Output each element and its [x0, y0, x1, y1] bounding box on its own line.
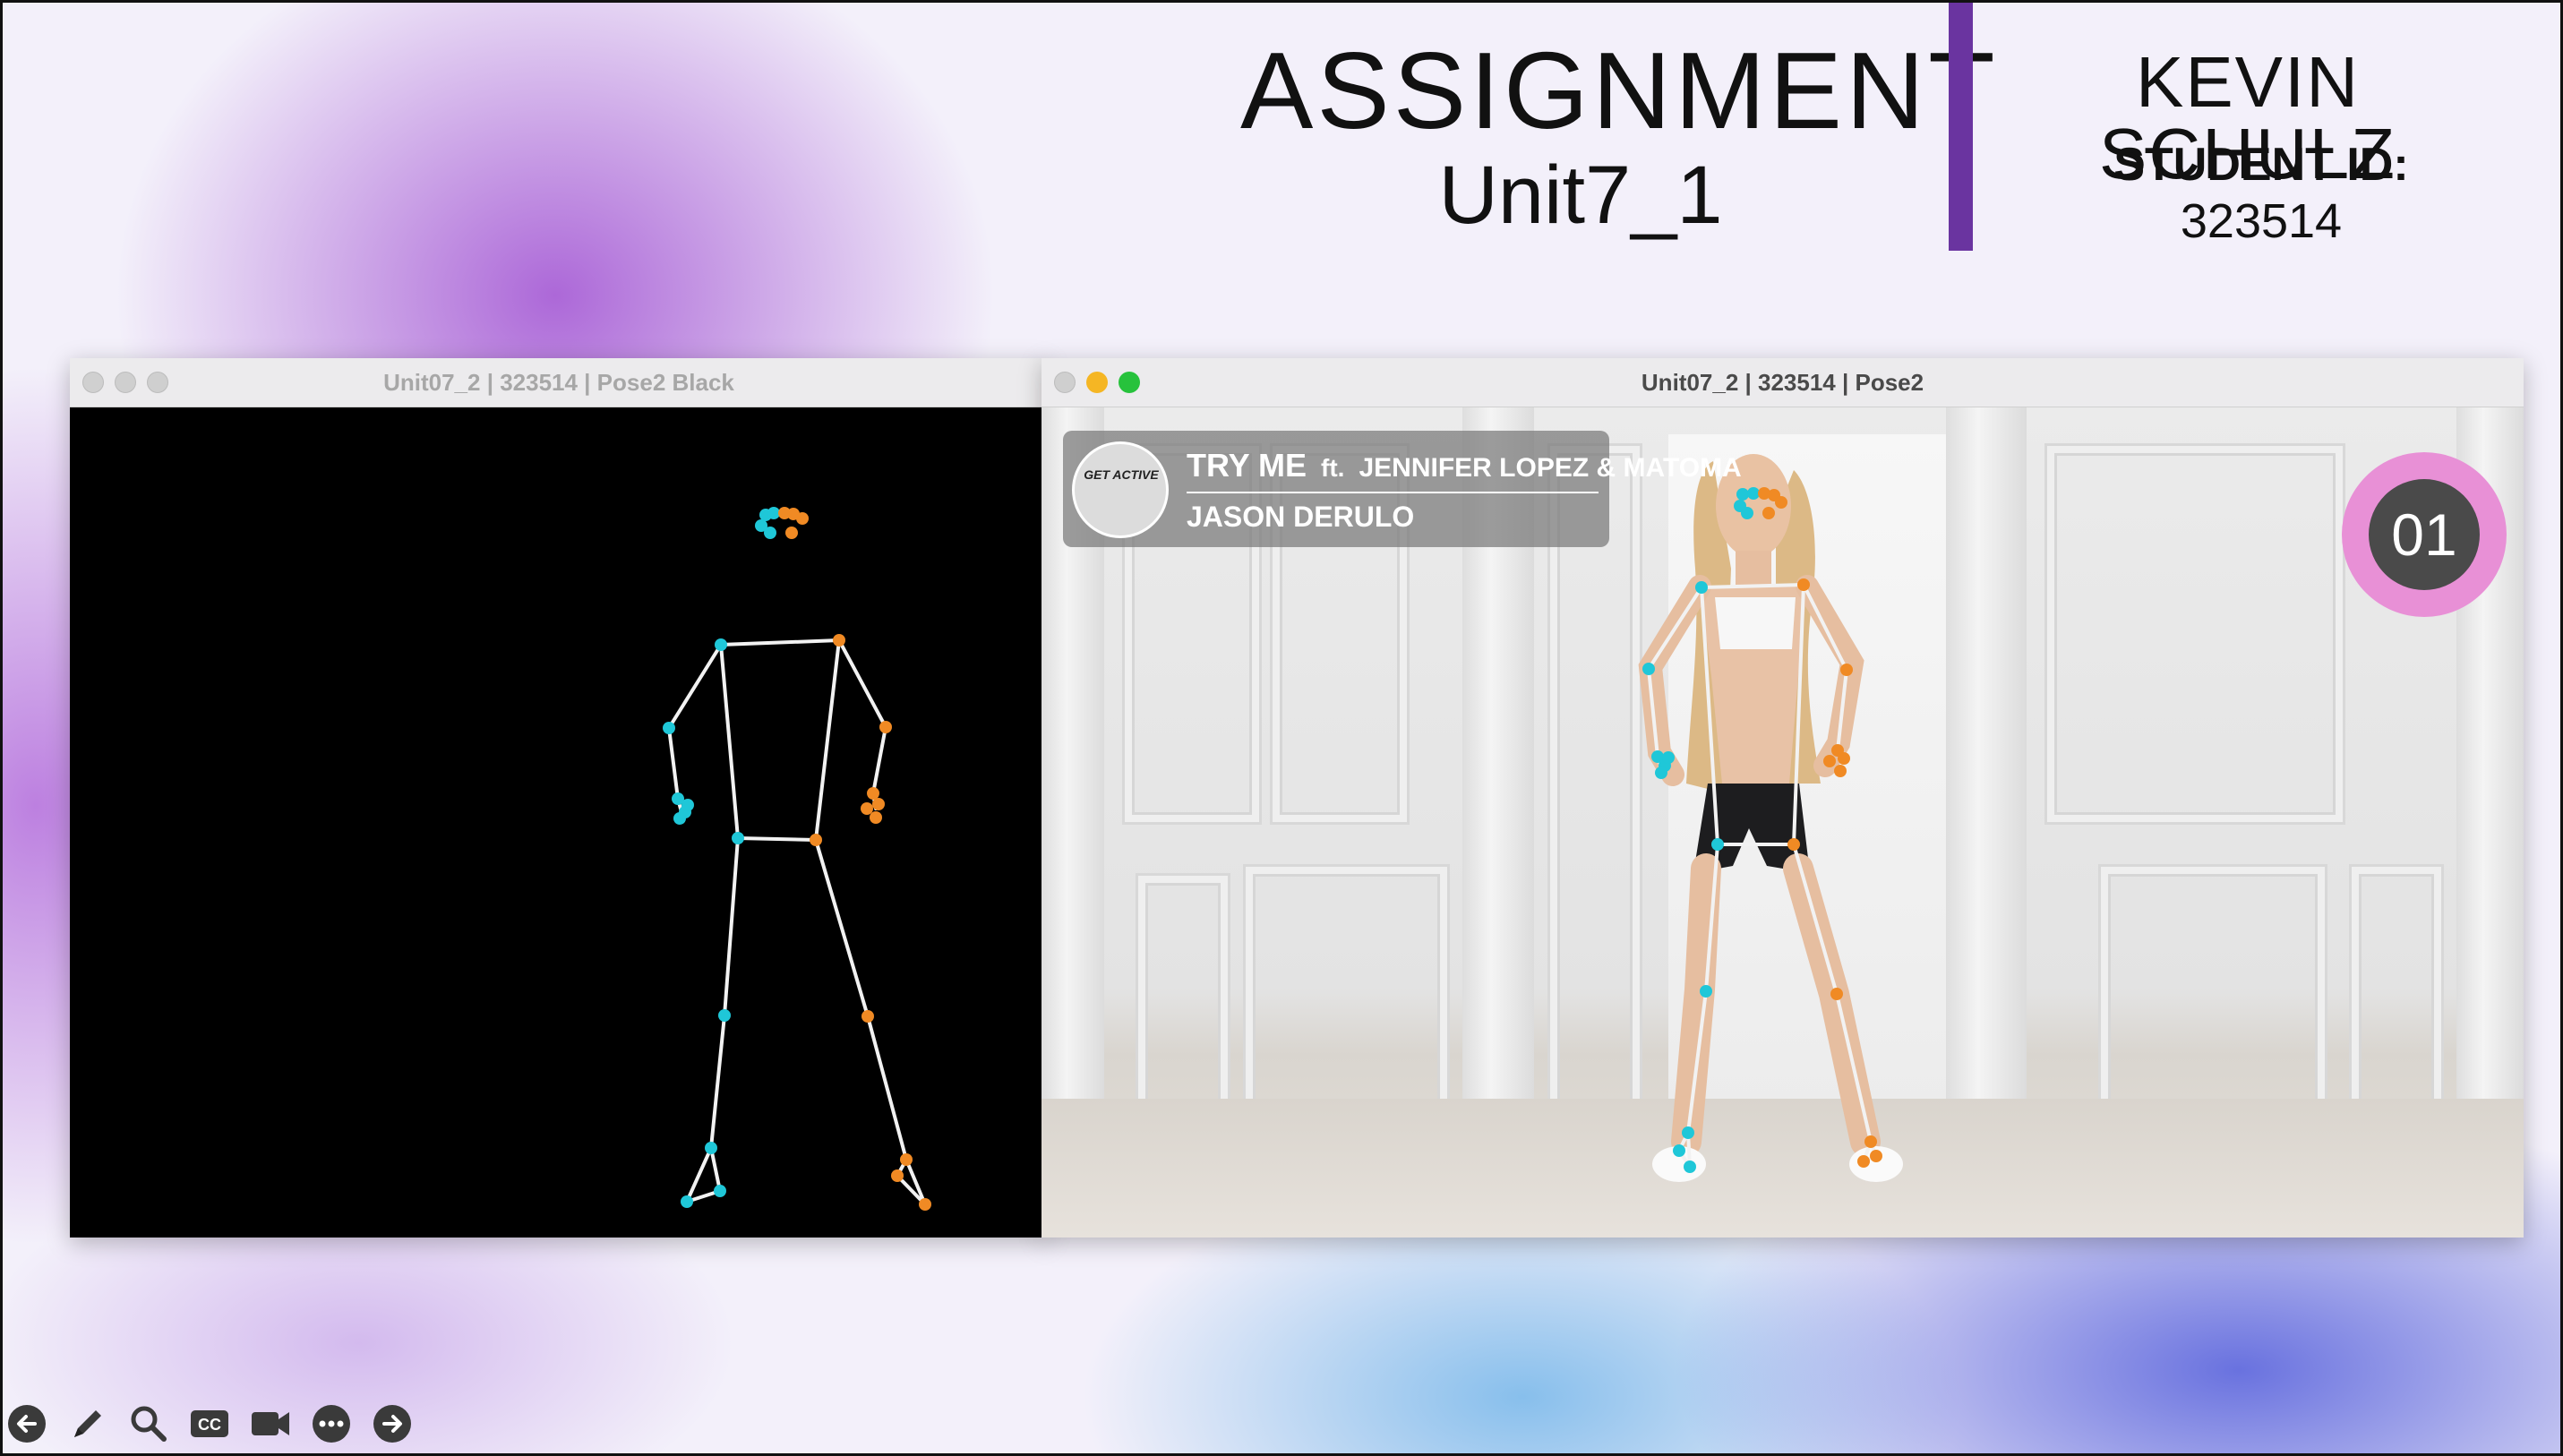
right-torso — [814, 638, 841, 842]
song-title: TRY ME — [1187, 447, 1307, 484]
video-background: GET ACTIVE TRY ME ft. JENNIFER LOPEZ & M… — [1041, 407, 2524, 1238]
window-titlebar[interactable]: Unit07_2 | 323514 | Pose2 — [1041, 358, 2524, 407]
window-titlebar[interactable]: Unit07_2 | 323514 | Pose2 Black — [70, 358, 1048, 407]
window-title: Unit07_2 | 323514 | Pose2 Black — [383, 369, 734, 396]
window-title: Unit07_2 | 323514 | Pose2 — [1641, 369, 1924, 396]
right-arm — [837, 638, 888, 810]
header-divider — [1949, 0, 1973, 251]
song-featuring: JENNIFER LOPEZ & MATOMA — [1359, 453, 1742, 483]
pen-icon[interactable] — [66, 1402, 109, 1445]
closed-caption-icon[interactable]: CC — [188, 1402, 231, 1445]
body-keypoints — [663, 634, 931, 1211]
student-id-label: STUDENT ID: — [2113, 139, 2409, 191]
video-body-keypoints — [1642, 578, 1882, 1173]
rep-counter: 01 — [2369, 479, 2480, 590]
pose-video-window[interactable]: Unit07_2 | 323514 | Pose2 GET ACTIVE TRY… — [1041, 358, 2524, 1238]
song-artist: JASON DERULO — [1187, 501, 1415, 533]
rep-counter-ring: 01 — [2342, 452, 2507, 617]
skeleton-drawing — [663, 507, 931, 1211]
info-divider — [1187, 492, 1599, 493]
video-frame: GET ACTIVE TRY ME ft. JENNIFER LOPEZ & M… — [1041, 407, 2524, 1238]
hip-line — [736, 836, 818, 842]
magnifier-icon[interactable] — [127, 1402, 170, 1445]
left-torso — [719, 643, 740, 840]
song-title-line: TRY ME ft. JENNIFER LOPEZ & MATOMA — [1187, 447, 1742, 484]
back-arrow-icon[interactable] — [5, 1402, 48, 1445]
svg-text:CC: CC — [198, 1416, 221, 1434]
skeleton-canvas — [70, 407, 1048, 1238]
student-id-value: 323514 — [2180, 194, 2343, 248]
song-ft: ft. — [1321, 454, 1345, 482]
left-arm — [666, 643, 723, 814]
assignment-subtitle: Unit7_1 — [1438, 150, 1723, 241]
right-leg — [814, 838, 927, 1206]
thumbnail-badge: GET ACTIVE — [1084, 467, 1159, 482]
forward-arrow-icon[interactable] — [371, 1402, 414, 1445]
shoulder-line — [719, 638, 841, 647]
more-options-icon[interactable] — [310, 1402, 353, 1445]
face-keypoints — [755, 507, 809, 539]
pose-black-window[interactable]: Unit07_2 | 323514 | Pose2 Black — [70, 358, 1048, 1238]
video-camera-icon[interactable] — [249, 1402, 292, 1445]
assignment-title: ASSIGNMENT — [1240, 30, 1999, 151]
video-face-keypoints — [1734, 487, 1787, 519]
channel-thumbnail: GET ACTIVE — [1072, 441, 1169, 538]
presentation-toolbar: CC — [5, 1400, 414, 1447]
song-info-card: GET ACTIVE TRY ME ft. JENNIFER LOPEZ & M… — [1063, 431, 1742, 547]
